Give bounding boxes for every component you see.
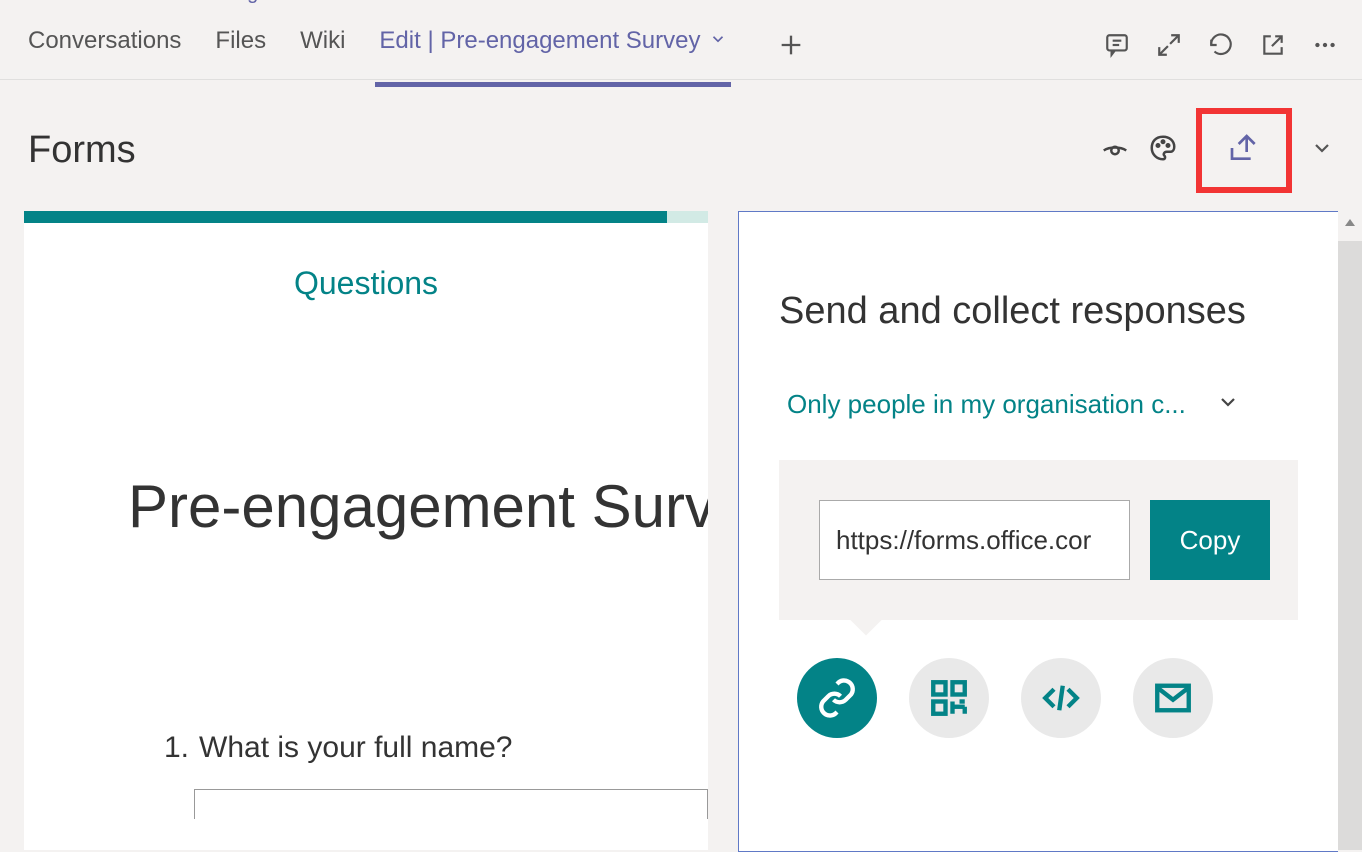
more-options-icon[interactable]	[1312, 32, 1338, 63]
chevron-down-icon[interactable]	[1310, 136, 1334, 165]
link-container: https://forms.office.cor Copy	[779, 460, 1298, 620]
expand-icon[interactable]	[1156, 32, 1182, 63]
chevron-down-icon	[1216, 390, 1240, 419]
question-number: 1.	[164, 731, 189, 765]
form-accent-bar	[24, 211, 708, 223]
add-tab-button[interactable]	[777, 31, 805, 64]
scrollbar-track[interactable]	[1338, 241, 1362, 850]
forms-toolbar: Forms	[0, 80, 1362, 211]
answer-input[interactable]	[194, 789, 708, 819]
channel-tab-bar: Conversations Files Wiki Edit | Pre-enga…	[0, 15, 1362, 80]
chat-icon[interactable]	[1104, 32, 1130, 63]
chevron-down-icon	[709, 8, 727, 73]
popout-icon[interactable]	[1260, 32, 1286, 63]
share-qr-option[interactable]	[909, 658, 989, 738]
tab-wiki[interactable]: Wiki	[296, 8, 349, 87]
form-tabs: Questions	[24, 223, 708, 302]
question-text[interactable]: What is your full name?	[199, 731, 512, 765]
preview-icon[interactable]	[1100, 133, 1130, 168]
share-email-option[interactable]	[1133, 658, 1213, 738]
theme-icon[interactable]	[1148, 133, 1178, 168]
scroll-up-button[interactable]	[1338, 211, 1362, 235]
tab-files[interactable]: Files	[211, 8, 270, 87]
tab-conversations[interactable]: Conversations	[24, 8, 185, 87]
form-editor: Questions Pre-engagement Survey 1. What …	[24, 211, 708, 850]
page-title: Forms	[28, 129, 1082, 172]
share-methods	[739, 620, 1338, 738]
share-heading: Send and collect responses	[739, 212, 1338, 333]
copy-button[interactable]: Copy	[1150, 500, 1270, 580]
share-button[interactable]	[1196, 108, 1292, 193]
tab-edit-survey-label: Edit | Pre-engagement Survey	[379, 8, 700, 73]
share-panel: Send and collect responses Only people i…	[738, 211, 1338, 852]
audience-selector[interactable]: Only people in my organisation c...	[739, 333, 1338, 420]
share-link-option[interactable]	[797, 658, 877, 738]
tab-questions[interactable]: Questions	[294, 265, 438, 302]
refresh-icon[interactable]	[1208, 32, 1234, 63]
share-embed-option[interactable]	[1021, 658, 1101, 738]
question-row: 1. What is your full name?	[24, 541, 708, 765]
content-area: Questions Pre-engagement Survey 1. What …	[0, 211, 1362, 850]
tab-edit-survey[interactable]: Edit | Pre-engagement Survey	[375, 8, 730, 87]
audience-label: Only people in my organisation c...	[787, 389, 1186, 420]
form-title[interactable]: Pre-engagement Survey	[24, 302, 708, 541]
share-link-input[interactable]: https://forms.office.cor	[819, 500, 1130, 580]
